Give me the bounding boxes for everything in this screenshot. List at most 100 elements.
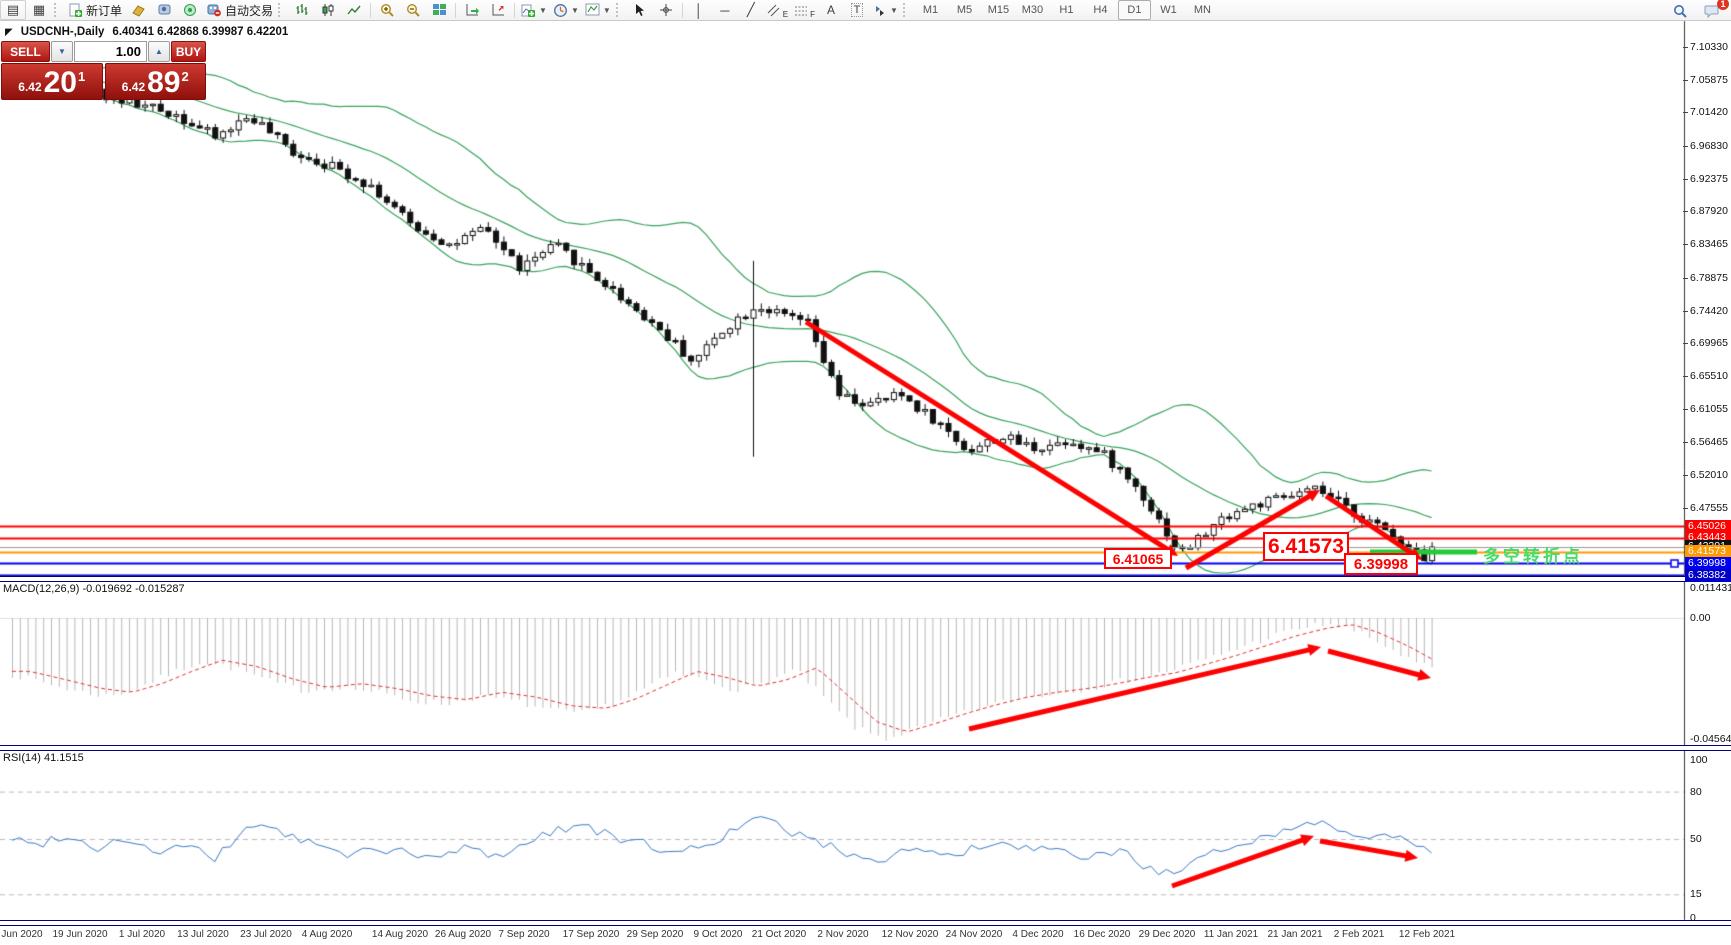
templates-button[interactable]: ▼ (582, 0, 614, 20)
x-axis-date: 12 Feb 2021 (1399, 929, 1455, 940)
annotation-price-box[interactable]: 6.41573 (1263, 532, 1349, 561)
auto-scroll-button[interactable] (459, 0, 485, 20)
mt4-window: ▤ ▦ 新订单 自动交易 ▼ ▼ ▼ │ ─ (0, 0, 1731, 945)
fibonacci-tool-button[interactable]: F (791, 0, 818, 20)
x-axis-date: 21 Jan 2021 (1267, 929, 1322, 940)
volume-input[interactable] (74, 41, 147, 62)
y-axis-tick: 6.69965 (1690, 337, 1728, 349)
x-axis-date: 19 Jun 2020 (52, 929, 107, 940)
zoom-out-icon (406, 3, 421, 18)
market-watch-button[interactable] (151, 0, 177, 20)
toolbar-handle (278, 3, 285, 17)
profiles-button[interactable]: ▦ (26, 0, 52, 20)
timeframe-m15[interactable]: M15 (982, 0, 1015, 20)
y-axis-tick: 6.78875 (1690, 272, 1728, 284)
sell-price-head: 6.42 (18, 80, 41, 94)
y-axis-tick: 7.10330 (1690, 41, 1728, 53)
cursor-tool-button[interactable] (627, 0, 653, 20)
sell-price-box[interactable]: 6.42 20 1 (1, 63, 103, 100)
sell-price-sup: 1 (78, 69, 85, 84)
zoom-in-button[interactable] (374, 0, 400, 20)
trendline-tool-button[interactable]: ╱ (738, 0, 764, 20)
candle-chart-button[interactable] (315, 0, 341, 20)
arrows-icon (873, 4, 887, 17)
vertical-line-icon: │ (695, 3, 703, 18)
annotation-price-box[interactable]: 6.41065 (1104, 548, 1172, 569)
rsi-axis-tick: 100 (1690, 754, 1708, 766)
toolbar: ▤ ▦ 新订单 自动交易 ▼ ▼ ▼ │ ─ (0, 0, 1731, 21)
chevron-down-icon: ▼ (58, 47, 66, 56)
timeframe-h4[interactable]: H4 (1084, 0, 1117, 20)
chevron-down-icon: ▼ (890, 6, 898, 15)
search-button[interactable] (1667, 1, 1693, 21)
volume-up-button[interactable]: ▲ (148, 41, 170, 62)
trendline-icon: ╱ (747, 2, 755, 18)
sell-button[interactable]: SELL (1, 41, 50, 62)
timeframe-m30[interactable]: M30 (1016, 0, 1049, 20)
toolbar-separator (682, 3, 683, 18)
x-axis-date: 7 Sep 2020 (498, 929, 549, 940)
periods-icon (553, 3, 568, 18)
indicators-icon (521, 3, 536, 18)
rsi-axis-tick: 80 (1690, 786, 1702, 798)
signal-button[interactable] (177, 0, 203, 20)
macd-rsi-separator[interactable] (0, 745, 1731, 751)
vline-tool-button[interactable]: │ (686, 0, 712, 20)
timeframe-d1[interactable]: D1 (1118, 0, 1151, 20)
timeframe-w1[interactable]: W1 (1152, 0, 1185, 20)
auto-scroll-icon (465, 3, 480, 17)
timeframe-m5[interactable]: M5 (948, 0, 981, 20)
line-chart-icon (347, 4, 362, 17)
candle-chart-icon (321, 3, 335, 17)
chart-shift-button[interactable] (485, 0, 511, 20)
crosshair-tool-button[interactable] (653, 0, 679, 20)
indicators-button[interactable]: ▼ (518, 0, 550, 20)
x-axis-date: 11 Jan 2021 (1204, 929, 1258, 940)
periods-button[interactable]: ▼ (550, 0, 582, 20)
volume-down-button[interactable]: ▼ (51, 41, 73, 62)
rsi-label: RSI(14) 41.1515 (3, 752, 84, 764)
line-chart-button[interactable] (341, 0, 367, 20)
x-axis-date: Jun 2020 (1, 929, 42, 940)
turning-point-label[interactable]: 多空转折点 (1483, 542, 1583, 567)
hline-tool-button[interactable]: ─ (712, 0, 738, 20)
metaeditor-button[interactable] (125, 0, 151, 20)
zoom-out-button[interactable] (400, 0, 426, 20)
horizontal-line-icon: ─ (720, 3, 729, 18)
tile-windows-button[interactable] (426, 0, 452, 20)
fibo-sub-label: F (810, 10, 815, 19)
autotrade-button[interactable]: 自动交易 (203, 0, 276, 20)
x-axis-date: 2 Feb 2021 (1334, 929, 1385, 940)
buy-button[interactable]: BUY (171, 41, 206, 62)
timeframe-h1[interactable]: H1 (1050, 0, 1083, 20)
text-tool-button[interactable]: A (818, 0, 844, 20)
toolbar-separator (514, 3, 515, 18)
new-order-button[interactable]: 新订单 (65, 0, 125, 20)
rsi-axis-tick: 15 (1690, 888, 1702, 900)
arrows-tool-button[interactable]: ▼ (870, 0, 901, 20)
x-axis-date: 29 Dec 2020 (1139, 929, 1196, 940)
main-macd-separator[interactable] (0, 576, 1731, 582)
notifications-button[interactable]: 1 (1699, 1, 1725, 21)
text-label-tool-button[interactable]: T (844, 0, 870, 20)
channel-tool-button[interactable]: E (764, 0, 791, 20)
timeframe-m1[interactable]: M1 (914, 0, 947, 20)
new-order-label: 新订单 (86, 2, 122, 19)
chevron-up-icon: ▲ (155, 47, 163, 56)
timeframe-mn[interactable]: MN (1186, 0, 1219, 20)
bar-chart-button[interactable] (289, 0, 315, 20)
x-axis-date: 4 Aug 2020 (302, 929, 353, 940)
rsi-dates-separator (0, 920, 1731, 926)
annotation-price-box[interactable]: 6.39998 (1344, 553, 1418, 575)
chart-canvas[interactable] (0, 0, 1731, 945)
macd-axis-tick: -0.045644 (1690, 733, 1731, 745)
tile-windows-icon (432, 3, 447, 17)
buy-price-box[interactable]: 6.42 89 2 (105, 63, 207, 100)
chevron-down-icon: ▼ (571, 6, 579, 15)
y-axis-tick: 6.96830 (1690, 140, 1728, 152)
x-axis-date: 12 Nov 2020 (882, 929, 939, 940)
text-label-icon: T (851, 3, 864, 17)
chart-symbol-title: USDCNH-,Daily (21, 26, 105, 38)
price-line-label: 6.38382 (1685, 569, 1731, 582)
new-chart-button[interactable]: ▤ (0, 0, 26, 20)
